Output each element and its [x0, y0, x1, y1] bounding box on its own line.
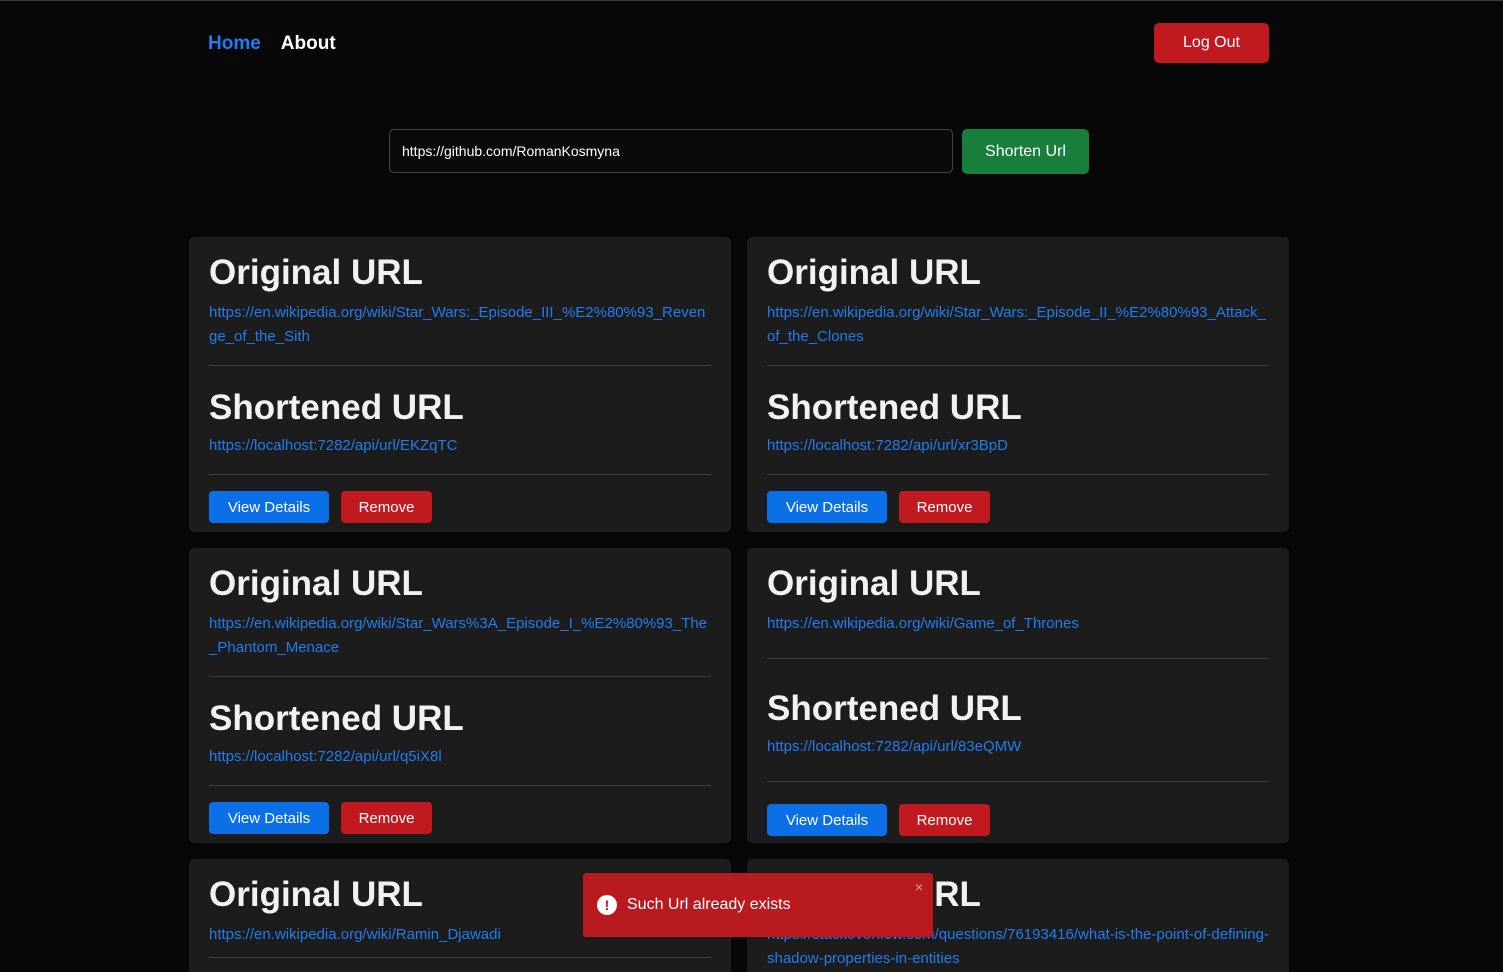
main-nav: Home About [208, 31, 336, 57]
shortened-url-heading: Shortened URL [767, 689, 1022, 728]
card-actions: View Details Remove [209, 491, 711, 523]
remove-button[interactable]: Remove [341, 491, 432, 523]
exclamation-icon: ! [597, 895, 617, 915]
original-url-link[interactable]: https://en.wikipedia.org/wiki/Star_Wars:… [767, 301, 1269, 349]
url-card: Original URL https://en.wikipedia.org/wi… [189, 548, 731, 843]
card-actions: View Details Remove [209, 802, 711, 834]
url-card: Original URL https://en.wikipedia.org/wi… [747, 237, 1289, 532]
toast-message: Such Url already exists [627, 896, 791, 913]
url-card: Original URL https://en.wikipedia.org/wi… [747, 548, 1289, 843]
divider [209, 474, 711, 475]
original-url-link[interactable]: https://en.wikipedia.org/wiki/Game_of_Th… [767, 612, 1269, 636]
original-url-heading: Original URL [209, 253, 423, 292]
card-actions: View Details Remove [767, 491, 1269, 523]
remove-button[interactable]: Remove [899, 804, 990, 836]
close-icon[interactable]: × [915, 879, 923, 895]
logout-button[interactable]: Log Out [1154, 23, 1269, 63]
divider [767, 474, 1269, 475]
url-card: Original URL https://en.wikipedia.org/wi… [189, 237, 731, 532]
divider [767, 781, 1269, 782]
view-details-button[interactable]: View Details [767, 491, 887, 523]
shortened-url-link[interactable]: https://localhost:7282/api/url/EKZqTC [209, 434, 711, 458]
view-details-button[interactable]: View Details [209, 802, 329, 834]
shortened-url-link[interactable]: https://localhost:7282/api/url/xr3BpD [767, 434, 1269, 458]
nav-about-link[interactable]: About [281, 33, 336, 55]
shortened-url-heading: Shortened URL [209, 699, 464, 738]
original-url-link[interactable]: https://en.wikipedia.org/wiki/Star_Wars%… [209, 612, 711, 660]
shortened-url-heading: Shortened URL [767, 388, 1022, 427]
remove-button[interactable]: Remove [341, 802, 432, 834]
url-input[interactable] [389, 129, 953, 173]
remove-button[interactable]: Remove [899, 491, 990, 523]
error-toast: ! Such Url already exists × [583, 873, 933, 937]
view-details-button[interactable]: View Details [209, 491, 329, 523]
divider [767, 365, 1269, 366]
divider [209, 365, 711, 366]
divider [209, 785, 711, 786]
shortened-url-link[interactable]: https://localhost:7282/api/url/q5iX8l [209, 745, 711, 769]
nav-home-link[interactable]: Home [208, 33, 261, 55]
view-details-button[interactable]: View Details [767, 804, 887, 836]
card-actions: View Details Remove [767, 804, 1269, 836]
shortened-url-heading: Shortened URL [209, 388, 464, 427]
shorten-url-button[interactable]: Shorten Url [962, 129, 1089, 174]
original-url-heading: Original URL [767, 564, 981, 603]
shortened-url-link[interactable]: https://localhost:7282/api/url/83eQMW [767, 735, 1269, 759]
original-url-link[interactable]: https://en.wikipedia.org/wiki/Star_Wars:… [209, 301, 711, 349]
top-border [0, 0, 1503, 1]
divider [209, 676, 711, 677]
original-url-heading: Original URL [767, 253, 981, 292]
divider [767, 658, 1269, 659]
divider [209, 957, 711, 958]
original-url-heading: Original URL [209, 564, 423, 603]
